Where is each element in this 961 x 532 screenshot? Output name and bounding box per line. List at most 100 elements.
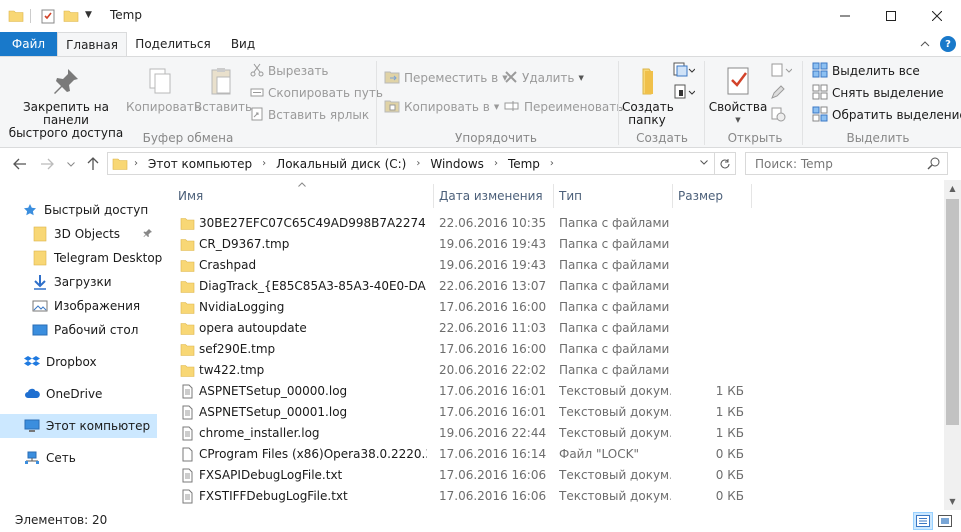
file-row[interactable]: FXSTIFFDebugLogFile.txt 17.06.2016 16:06 Т…: [178, 486, 753, 507]
folder-icon[interactable]: [8, 8, 24, 27]
file-row[interactable]: ASPNETSetup_00001.log 17.06.2016 16:01 Тек…: [178, 402, 753, 423]
pin-icon[interactable]: [143, 228, 153, 241]
properties-quick-icon[interactable]: [40, 8, 56, 27]
nav-item-desktop[interactable]: Рабочий стол: [32, 318, 189, 342]
nav-item-telegram-desktop[interactable]: Telegram Desktop: [32, 246, 189, 270]
address-bar[interactable]: › Этот компьютер › Локальный диск (C:) ›…: [107, 152, 715, 175]
paste-shortcut-label: Вставить ярлык: [268, 108, 370, 122]
breadcrumb-local-disk[interactable]: Локальный диск (C:): [276, 157, 406, 171]
file-row[interactable]: CR_D9367.tmp 19.06.2016 19:43 Папка с файл…: [178, 234, 753, 255]
column-header-type[interactable]: Тип: [559, 184, 672, 208]
new-folder-button[interactable]: Создать папку: [622, 65, 674, 127]
customize-toolbar-chevron-icon[interactable]: ▼: [85, 10, 92, 20]
tab-home[interactable]: Главная: [57, 32, 127, 57]
new-folder-quick-icon[interactable]: [63, 8, 79, 27]
ribbon-home: Закрепить на панели быстрого доступа Коп…: [0, 56, 961, 148]
forward-arrow-icon[interactable]: [38, 155, 56, 173]
history-button[interactable]: [770, 105, 786, 125]
file-row[interactable]: CProgram Files (x86)Opera38.0.2220.31op.…: [178, 444, 753, 465]
close-button[interactable]: [914, 0, 960, 31]
copy-label: Копировать: [126, 100, 201, 114]
rename-button[interactable]: Переименовать: [504, 97, 623, 117]
scrollbar-thumb[interactable]: [946, 199, 959, 425]
file-row[interactable]: chrome_installer.log 19.06.2016 22:44 Текс…: [178, 423, 753, 444]
invert-selection-button[interactable]: Обратить выделение: [812, 105, 961, 125]
file-type: Текстовый докум...: [559, 489, 671, 503]
breadcrumb-temp[interactable]: Temp: [508, 157, 540, 171]
search-input[interactable]: Поиск: Temp: [745, 152, 948, 175]
move-to-button[interactable]: Переместить в ▼: [384, 68, 508, 88]
new-item-button[interactable]: [673, 61, 696, 81]
nav-quick-access[interactable]: Быстрый доступ: [22, 198, 179, 222]
tab-file[interactable]: Файл: [0, 32, 57, 56]
nav-this-pc[interactable]: Этот компьютер: [0, 414, 157, 438]
cut-button[interactable]: Вырезать: [250, 61, 329, 81]
breadcrumb-windows[interactable]: Windows: [430, 157, 484, 171]
column-header-name[interactable]: Имя: [178, 184, 433, 208]
scroll-down-arrow-icon[interactable]: ▼: [944, 493, 961, 510]
file-row[interactable]: sef290E.tmp 17.06.2016 16:00 Папка с файла…: [178, 339, 753, 360]
file-row[interactable]: opera autoupdate 22.06.2016 11:03 Папка с …: [178, 318, 753, 339]
file-row[interactable]: DiagTrack_{E85C85A3-85A3-40E0-DA14-... 22…: [178, 276, 753, 297]
paste-shortcut-button[interactable]: Вставить ярлык: [250, 105, 369, 125]
maximize-button[interactable]: [868, 0, 914, 31]
refresh-icon[interactable]: [714, 152, 736, 175]
nav-dropbox[interactable]: Dropbox: [24, 350, 181, 374]
chevron-right-icon[interactable]: ›: [262, 158, 266, 169]
copy-button[interactable]: Копировать: [126, 65, 201, 114]
file-row[interactable]: Crashpad 19.06.2016 19:43 Папка с файлами: [178, 255, 753, 276]
address-history-chevron-icon[interactable]: [695, 152, 713, 173]
copy-path-button[interactable]: Скопировать путь: [250, 83, 383, 103]
file-row[interactable]: NvidiaLogging 17.06.2016 16:00 Папка с фай…: [178, 297, 753, 318]
back-arrow-icon[interactable]: [11, 155, 29, 173]
file-row[interactable]: 30BE27EFC07C65C49AD998B7A227412F-S... 22.…: [178, 213, 753, 234]
nav-onedrive[interactable]: OneDrive: [24, 382, 181, 406]
chevron-right-icon[interactable]: ›: [134, 158, 138, 169]
file-row[interactable]: tw422.tmp 20.06.2016 22:02 Папка с файлами: [178, 360, 753, 381]
large-icons-view-icon[interactable]: [935, 512, 955, 530]
invert-selection-icon: [812, 106, 828, 125]
chevron-right-icon[interactable]: ›: [550, 158, 554, 169]
file-name: opera autoupdate: [199, 321, 307, 335]
pin-quick-access-button[interactable]: Закрепить на панели быстрого доступа: [6, 65, 126, 140]
dropdown-arrow-icon: ▼: [493, 103, 500, 111]
scroll-up-arrow-icon[interactable]: ▲: [944, 180, 961, 197]
easy-access-button[interactable]: [673, 83, 696, 103]
nav-item-3d-objects[interactable]: 3D Objects: [32, 222, 189, 246]
column-header-date[interactable]: Дата изменения: [439, 184, 553, 208]
column-header-size[interactable]: Размер: [678, 184, 751, 208]
search-placeholder: Поиск: Temp: [755, 156, 833, 171]
download-icon: [32, 274, 48, 290]
up-arrow-icon[interactable]: [84, 155, 102, 173]
file-name: FXSAPIDebugLogFile.txt: [199, 468, 343, 482]
chevron-right-icon[interactable]: ›: [494, 158, 498, 169]
separator: [672, 184, 673, 208]
copy-to-button[interactable]: Копировать в ▼: [384, 97, 499, 117]
minimize-button[interactable]: [822, 0, 868, 31]
tab-view[interactable]: Вид: [221, 32, 265, 56]
open-button[interactable]: [770, 61, 793, 81]
paste-button[interactable]: Вставить: [194, 65, 252, 114]
collapse-ribbon-chevron-icon[interactable]: [917, 36, 933, 52]
search-icon[interactable]: [927, 156, 941, 173]
dropdown-arrow-icon: ▼: [735, 116, 741, 124]
recent-locations-chevron-icon[interactable]: [62, 155, 80, 173]
select-all-button[interactable]: Выделить все: [812, 61, 920, 81]
tab-share[interactable]: Поделиться: [131, 32, 215, 56]
nav-item-downloads[interactable]: Загрузки: [32, 270, 189, 294]
chevron-right-icon[interactable]: ›: [416, 158, 420, 169]
delete-button[interactable]: Удалить ▼: [504, 68, 584, 88]
edit-button[interactable]: [770, 83, 786, 103]
file-row[interactable]: ASPNETSetup_00000.log 17.06.2016 16:01 Тек…: [178, 381, 753, 402]
help-icon[interactable]: ?: [940, 36, 956, 52]
nav-network[interactable]: Сеть: [24, 446, 181, 470]
file-name: CR_D9367.tmp: [199, 237, 290, 251]
breadcrumb-this-pc[interactable]: Этот компьютер: [148, 157, 252, 171]
nav-item-pictures[interactable]: Изображения: [32, 294, 189, 318]
select-none-button[interactable]: Снять выделение: [812, 83, 944, 103]
file-size: 0 КБ: [715, 447, 744, 461]
details-view-icon[interactable]: [913, 512, 933, 530]
file-row[interactable]: FXSAPIDebugLogFile.txt 17.06.2016 16:06 Те…: [178, 465, 753, 486]
vertical-scrollbar[interactable]: ▲ ▼: [944, 180, 961, 510]
properties-button[interactable]: Свойства ▼: [708, 65, 768, 127]
